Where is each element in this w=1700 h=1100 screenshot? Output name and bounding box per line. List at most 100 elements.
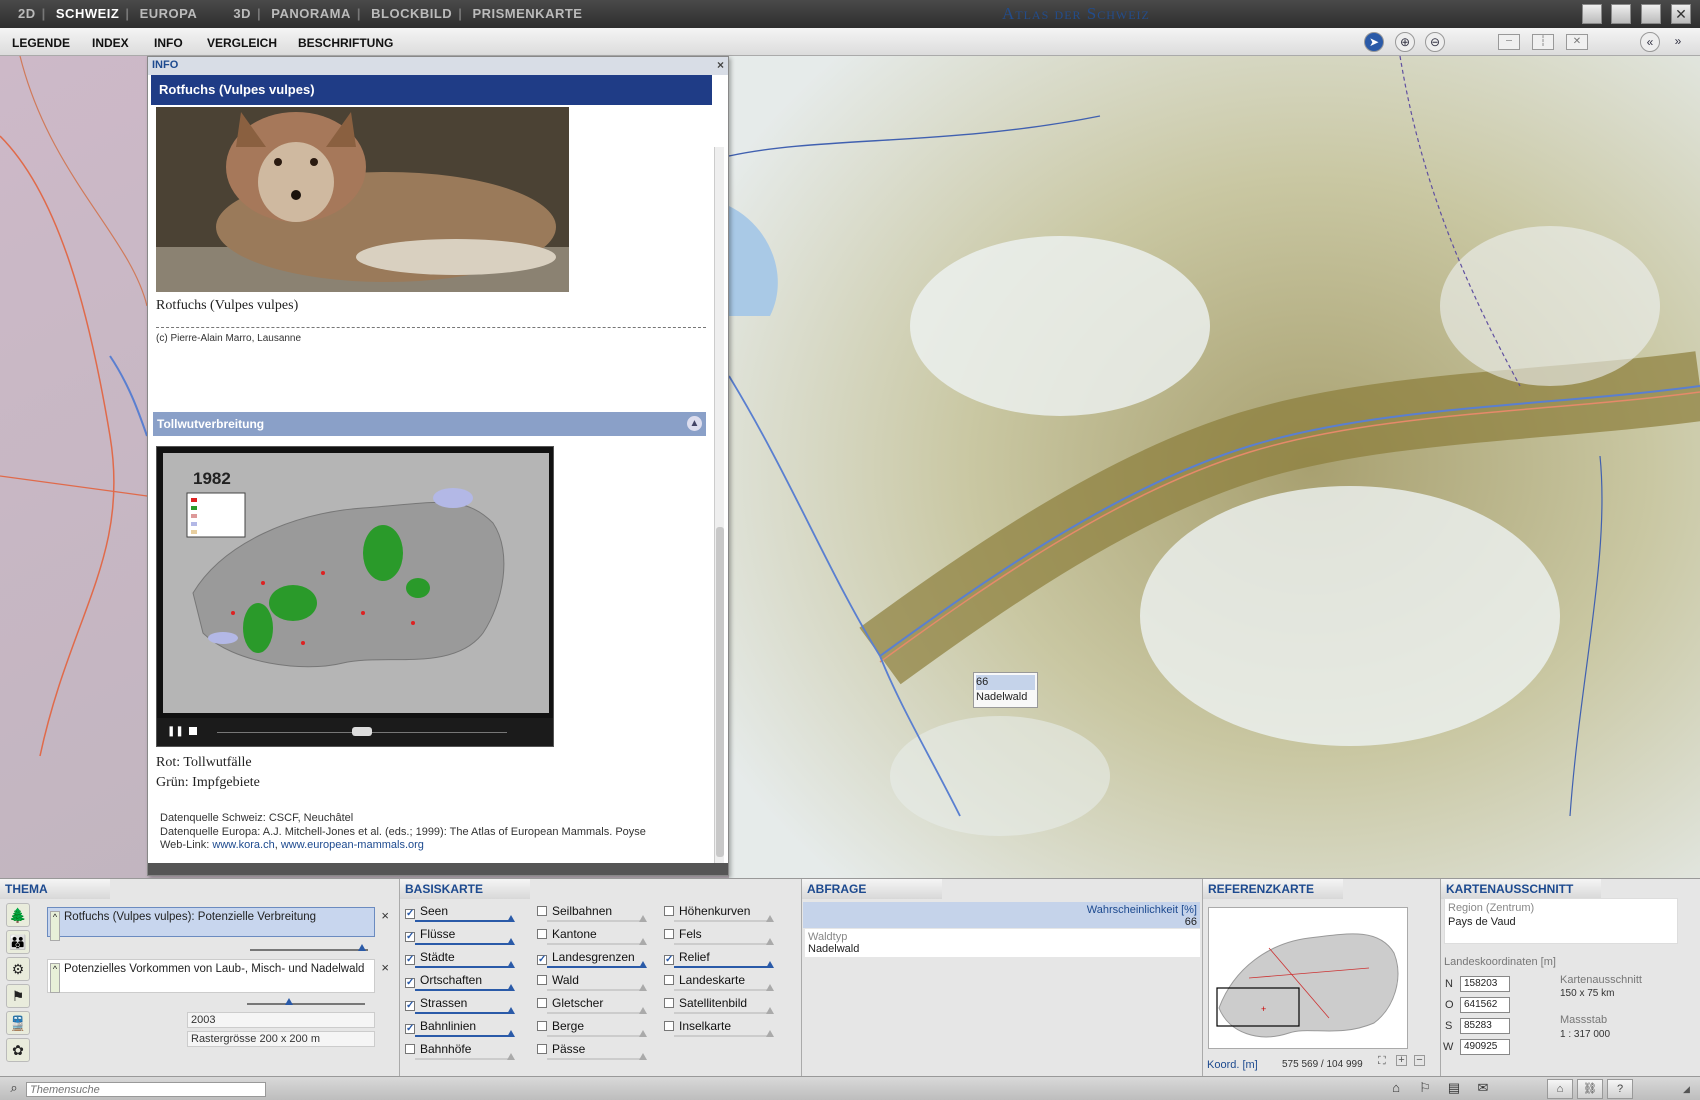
european-mammals-link[interactable]: www.european-mammals.org bbox=[281, 839, 424, 851]
basemap-opacity-slider[interactable] bbox=[547, 938, 647, 945]
menu-info[interactable]: INFO bbox=[154, 36, 183, 50]
state-theme-icon[interactable]: ⚑ bbox=[6, 984, 30, 1008]
start-page-button[interactable]: ⌂ bbox=[1547, 1079, 1573, 1099]
checkbox-unchecked[interactable] bbox=[664, 906, 674, 916]
mode-2d-tab[interactable]: 2D bbox=[12, 6, 42, 21]
checkbox-unchecked[interactable] bbox=[664, 1021, 674, 1031]
menu-beschriftung[interactable]: BESCHRIFTUNG bbox=[298, 36, 393, 50]
basemap-opacity-slider[interactable] bbox=[547, 961, 647, 968]
help-button[interactable]: ? bbox=[1607, 1079, 1633, 1099]
checkbox-unchecked[interactable] bbox=[537, 998, 547, 1008]
link-button[interactable]: ⛓ bbox=[1577, 1079, 1603, 1099]
stop-icon[interactable] bbox=[189, 727, 197, 735]
print-icon[interactable]: ▤ bbox=[1443, 1080, 1465, 1098]
zoom-out-icon[interactable]: ⊖ bbox=[1425, 32, 1445, 52]
split-vertical-icon[interactable]: ┆ bbox=[1532, 34, 1554, 50]
nature-theme-icon[interactable]: 🌲 bbox=[6, 903, 30, 927]
pause-icon[interactable]: ❚❚ bbox=[167, 726, 184, 737]
minimize-button[interactable] bbox=[1582, 4, 1602, 24]
forest-opacity-slider[interactable] bbox=[247, 998, 365, 1005]
basemap-col1-item[interactable]: ✓ Seen bbox=[405, 904, 515, 922]
basemap-opacity-slider[interactable] bbox=[547, 1030, 647, 1037]
pointer-tool-icon[interactable]: ➤ bbox=[1364, 32, 1384, 52]
mode-3d-tab[interactable]: 3D bbox=[207, 6, 257, 21]
basemap-opacity-slider[interactable] bbox=[415, 961, 515, 968]
checkbox-unchecked[interactable] bbox=[405, 1044, 415, 1054]
basemap-opacity-slider[interactable] bbox=[547, 1007, 647, 1014]
home-icon[interactable]: ⌂ bbox=[1385, 1080, 1407, 1098]
checkbox-unchecked[interactable] bbox=[537, 906, 547, 916]
theme-item-fox[interactable]: ^ Rotfuchs (Vulpes vulpes): Potenzielle … bbox=[47, 907, 389, 941]
basemap-opacity-slider[interactable] bbox=[547, 1053, 647, 1060]
checkbox-checked[interactable]: ✓ bbox=[405, 955, 415, 965]
basemap-col2-item[interactable]: ✓ Landesgrenzen bbox=[537, 950, 647, 968]
economy-theme-icon[interactable]: ⚙ bbox=[6, 957, 30, 981]
basemap-col2-item[interactable]: Gletscher bbox=[537, 996, 647, 1014]
mail-icon[interactable]: ✉ bbox=[1472, 1080, 1494, 1098]
back-icon[interactable]: « bbox=[1640, 32, 1660, 52]
basemap-col3-item[interactable]: Inselkarte bbox=[664, 1019, 774, 1037]
checkbox-unchecked[interactable] bbox=[664, 975, 674, 985]
basemap-col1-item[interactable]: ✓ Ortschaften bbox=[405, 973, 515, 991]
checkbox-unchecked[interactable] bbox=[664, 929, 674, 939]
checkbox-checked[interactable]: ✓ bbox=[537, 955, 547, 965]
basemap-opacity-slider[interactable] bbox=[674, 938, 774, 945]
info-scrollbar[interactable] bbox=[714, 147, 724, 867]
video-scrub-handle[interactable] bbox=[352, 727, 372, 736]
coord-o-input[interactable]: 641562 bbox=[1460, 997, 1510, 1013]
basemap-col2-item[interactable]: Kantone bbox=[537, 927, 647, 945]
remove-theme-forest-icon[interactable]: × bbox=[381, 960, 389, 975]
ref-zoom-out-icon[interactable]: − bbox=[1414, 1055, 1425, 1066]
theme-expand-icon[interactable]: ^ bbox=[50, 911, 60, 941]
ref-fullextent-icon[interactable]: ⛶ bbox=[1378, 1055, 1386, 1068]
panorama-tab[interactable]: PANORAMA bbox=[265, 6, 357, 21]
forward-icon[interactable]: » bbox=[1668, 32, 1688, 52]
basemap-col3-item[interactable]: Fels bbox=[664, 927, 774, 945]
transport-theme-icon[interactable]: 🚆 bbox=[6, 1011, 30, 1035]
theme-search-input[interactable] bbox=[26, 1082, 266, 1097]
basemap-col2-item[interactable]: Berge bbox=[537, 1019, 647, 1037]
basemap-opacity-slider[interactable] bbox=[415, 984, 515, 991]
basemap-col1-item[interactable]: ✓ Strassen bbox=[405, 996, 515, 1014]
prismenkarte-tab[interactable]: PRISMENKARTE bbox=[466, 6, 588, 21]
split-horizontal-icon[interactable]: ┄ bbox=[1498, 34, 1520, 50]
menu-vergleich[interactable]: VERGLEICH bbox=[207, 36, 277, 50]
info-close-icon[interactable]: × bbox=[717, 58, 724, 72]
menu-legende[interactable]: LEGENDE bbox=[12, 36, 70, 50]
ref-zoom-in-icon[interactable]: + bbox=[1396, 1055, 1407, 1066]
restore-button[interactable] bbox=[1611, 4, 1631, 24]
basemap-opacity-slider[interactable] bbox=[674, 961, 774, 968]
basemap-opacity-slider[interactable] bbox=[547, 984, 647, 991]
checkbox-unchecked[interactable] bbox=[537, 1044, 547, 1054]
checkbox-unchecked[interactable] bbox=[664, 998, 674, 1008]
reference-map[interactable]: + bbox=[1208, 907, 1408, 1049]
menu-index[interactable]: INDEX bbox=[92, 36, 129, 50]
checkbox-checked[interactable]: ✓ bbox=[664, 955, 674, 965]
basemap-col3-item[interactable]: Satellitenbild bbox=[664, 996, 774, 1014]
basemap-opacity-slider[interactable] bbox=[415, 1007, 515, 1014]
basemap-col1-item[interactable]: ✓ Bahnlinien bbox=[405, 1019, 515, 1037]
bookmark-icon[interactable]: ⚐ bbox=[1414, 1080, 1436, 1098]
close-window-button[interactable]: ✕ bbox=[1671, 4, 1691, 24]
remove-theme-fox-icon[interactable]: × bbox=[381, 908, 389, 923]
basemap-col2-item[interactable]: Pässe bbox=[537, 1042, 647, 1060]
basemap-opacity-slider[interactable] bbox=[415, 1053, 515, 1060]
basemap-opacity-slider[interactable] bbox=[415, 938, 515, 945]
coord-n-input[interactable]: 158203 bbox=[1460, 976, 1510, 992]
collapse-up-icon[interactable]: ▲ bbox=[687, 416, 702, 431]
checkbox-checked[interactable]: ✓ bbox=[405, 1024, 415, 1034]
blockbild-tab[interactable]: BLOCKBILD bbox=[365, 6, 458, 21]
basemap-col1-item[interactable]: Bahnhöfe bbox=[405, 1042, 515, 1060]
checkbox-checked[interactable]: ✓ bbox=[405, 1001, 415, 1011]
checkbox-unchecked[interactable] bbox=[537, 929, 547, 939]
basemap-opacity-slider[interactable] bbox=[674, 1007, 774, 1014]
coord-s-input[interactable]: 85283 bbox=[1460, 1018, 1510, 1034]
resize-grip-icon[interactable]: ◢ bbox=[1683, 1084, 1690, 1095]
basemap-opacity-slider[interactable] bbox=[415, 1030, 515, 1037]
section-header-tollwut[interactable]: Tollwutverbreitung ▲ bbox=[153, 412, 706, 436]
compare-off-icon[interactable]: ✕ bbox=[1566, 34, 1588, 50]
info-scroll-thumb[interactable] bbox=[716, 527, 724, 857]
basemap-opacity-slider[interactable] bbox=[547, 915, 647, 922]
checkbox-unchecked[interactable] bbox=[537, 1021, 547, 1031]
europa-tab[interactable]: EUROPA bbox=[134, 6, 204, 21]
